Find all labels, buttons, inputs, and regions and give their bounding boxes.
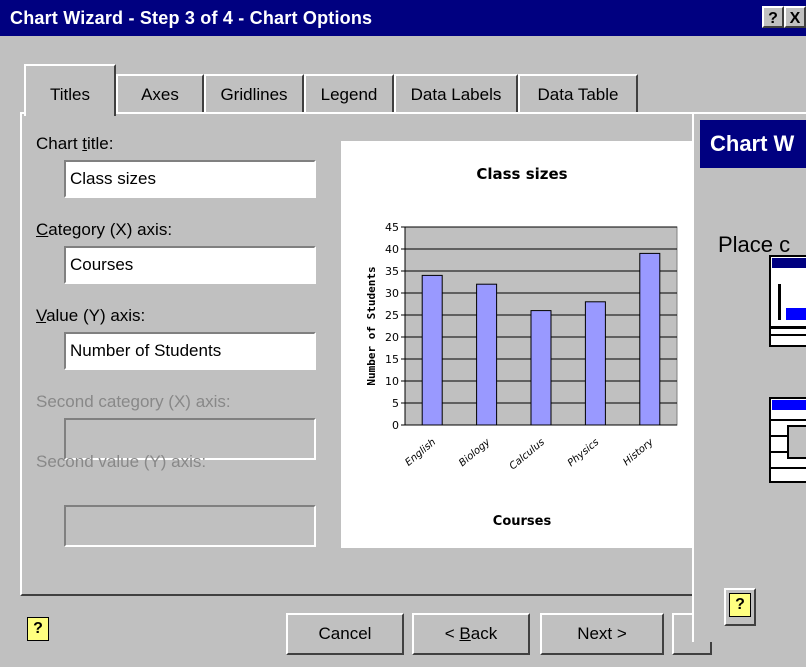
back-button[interactable]: < Back (412, 613, 530, 655)
bar-english (421, 274, 443, 426)
y-tick-label: 10 (385, 375, 399, 388)
y-tick-label: 35 (385, 265, 399, 278)
second-value-y-axis-label: Second value (Y) axis: (36, 452, 207, 471)
chart-title-label: Chart title: (36, 134, 114, 153)
tab-data-labels[interactable]: Data Labels (394, 74, 518, 114)
y-tick-label: 45 (385, 221, 399, 234)
chart-title-input[interactable]: Class sizes (64, 160, 316, 198)
chart-location-window: Chart W Place c ? (692, 112, 806, 642)
x-tick-label: Biology (457, 436, 493, 469)
chart-svg: Class sizes 0 5 10 15 20 25 30 35 40 45 English Biol… (365, 165, 678, 529)
x-tick-label: Calculus (508, 437, 547, 472)
second-category-x-axis-label: Second category (X) axis: (36, 392, 231, 411)
tab-axes-label: Axes (141, 85, 179, 104)
category-x-axis-input[interactable]: Courses (64, 246, 316, 284)
chart-title: Class sizes (476, 165, 567, 183)
x-tick-label: Physics (566, 437, 601, 469)
second-value-y-axis-input (64, 505, 316, 547)
y-axis-title: Number of Students (365, 266, 378, 385)
office-assistant-button[interactable]: ? (24, 614, 54, 648)
tab-data-labels-label: Data Labels (410, 85, 502, 104)
tab-legend[interactable]: Legend (304, 74, 394, 114)
chart-wizard-dialog: Chart Wizard - Step 3 of 4 - Chart Optio… (0, 0, 806, 667)
embedded-object-icon[interactable] (768, 396, 806, 492)
title-help-button[interactable]: ? (762, 6, 784, 28)
chart-location-title: Chart W (700, 120, 806, 168)
help-icon: ? (27, 617, 49, 641)
cancel-button[interactable]: Cancel (286, 613, 404, 655)
y-tick-label: 0 (392, 419, 399, 432)
window-title: Chart Wizard - Step 3 of 4 - Chart Optio… (10, 8, 373, 28)
tab-data-table-label: Data Table (537, 85, 619, 104)
tab-data-table[interactable]: Data Table (518, 74, 638, 114)
tab-gridlines[interactable]: Gridlines (204, 74, 304, 114)
bar-calculus (530, 310, 552, 426)
x-tick-label: English (403, 437, 438, 469)
title-close-button[interactable]: X (784, 6, 806, 28)
bar-history (639, 252, 661, 426)
y-tick-label: 20 (385, 331, 399, 344)
location-help-button[interactable]: ? (724, 588, 756, 626)
y-tick-label: 25 (385, 309, 399, 322)
new-sheet-icon[interactable] (768, 254, 806, 354)
x-axis-title: Courses (493, 514, 552, 529)
tab-titles-label: Titles (50, 85, 90, 104)
y-tick-label: 5 (392, 397, 399, 410)
tab-axes[interactable]: Axes (116, 74, 204, 114)
y-tick-label: 30 (385, 287, 399, 300)
tab-titles[interactable]: Titles (24, 64, 116, 116)
value-y-axis-input[interactable]: Number of Students (64, 332, 316, 370)
y-tick-label: 15 (385, 353, 399, 366)
chart-preview: Class sizes 0 5 10 15 20 25 30 35 40 45 English Biol… (341, 141, 703, 548)
bar-physics (584, 301, 606, 426)
tab-legend-label: Legend (320, 85, 378, 104)
y-tick-label: 40 (385, 243, 399, 256)
help-icon-2: ? (729, 593, 751, 617)
category-x-axis-label: Category (X) axis: (36, 220, 173, 239)
tab-gridlines-label: Gridlines (220, 85, 288, 104)
x-tick-label: History (621, 436, 656, 468)
bar-biology (476, 283, 498, 426)
title-bar: Chart Wizard - Step 3 of 4 - Chart Optio… (0, 0, 806, 36)
value-y-axis-label: Value (Y) axis: (36, 306, 146, 325)
next-button[interactable]: Next > (540, 613, 664, 655)
